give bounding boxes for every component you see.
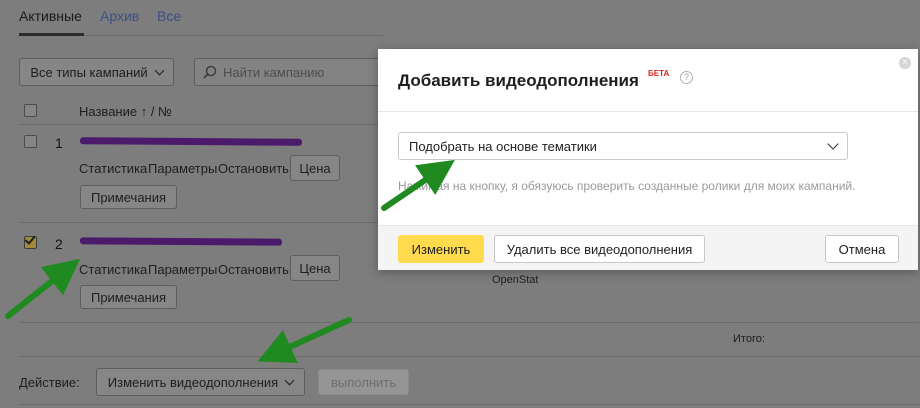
annotation-arrow-icon bbox=[5, 159, 455, 363]
